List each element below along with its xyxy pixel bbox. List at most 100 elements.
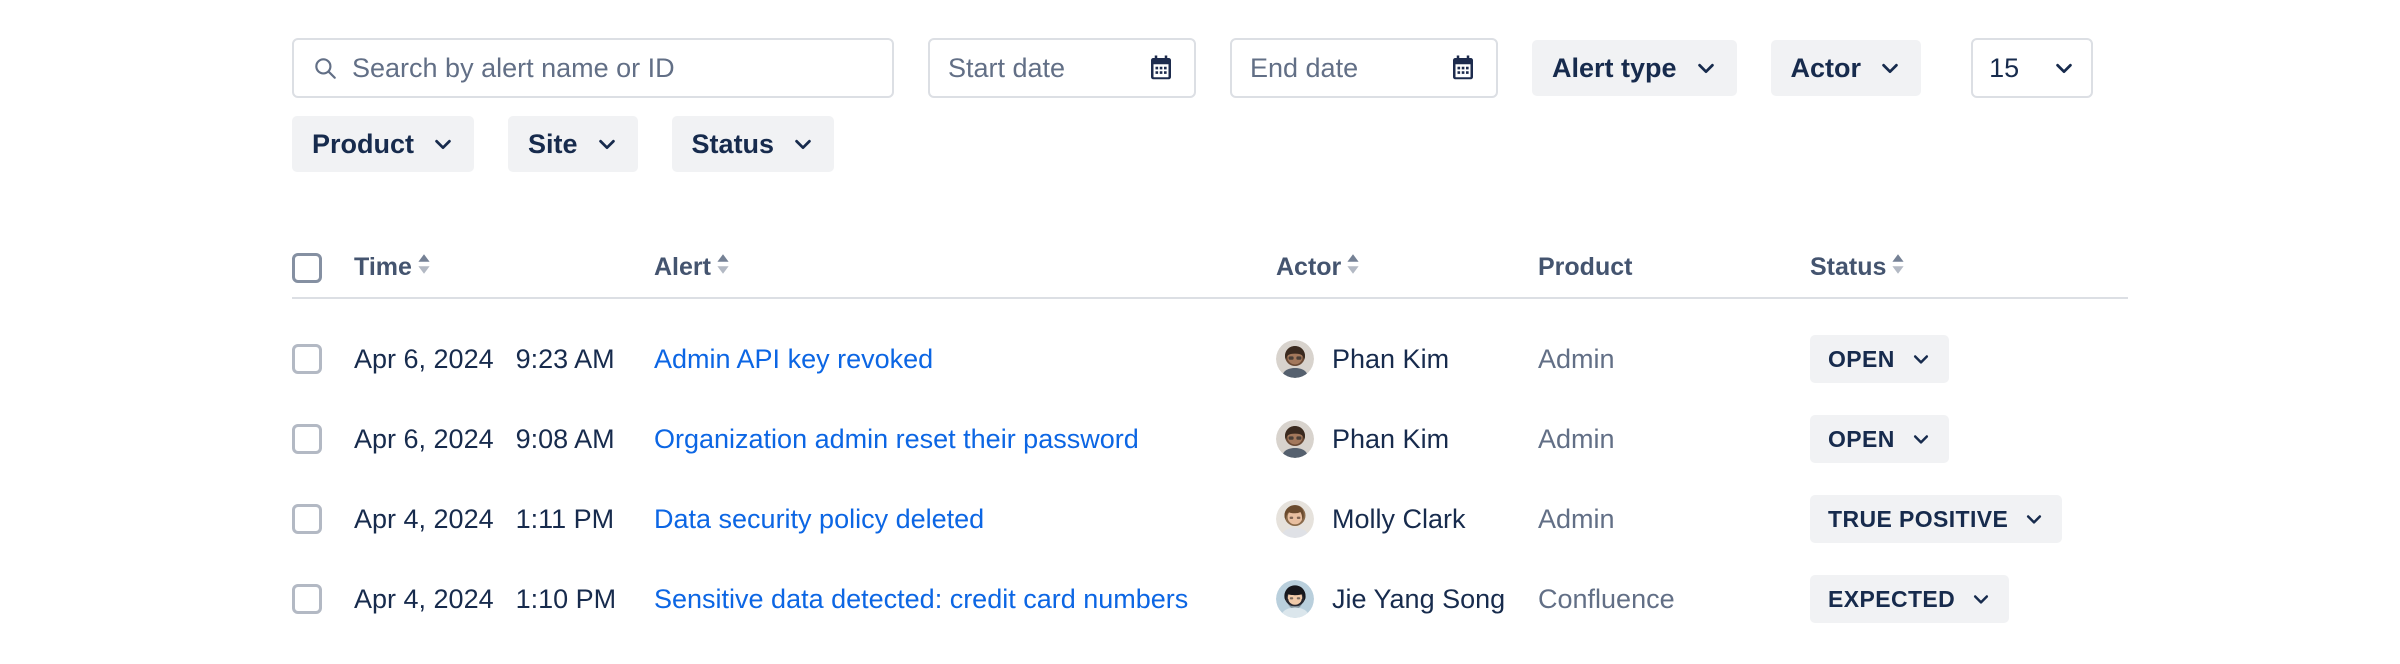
product-name: Admin xyxy=(1538,343,1615,374)
product-name: Admin xyxy=(1538,423,1615,454)
status-label: TRUE POSITIVE xyxy=(1828,505,2009,532)
cell-alert: Admin API key revoked xyxy=(654,344,1254,375)
cell-product: Confluence xyxy=(1538,584,1788,615)
cell-product: Admin xyxy=(1538,344,1788,375)
chevron-down-icon xyxy=(792,133,814,155)
cell-actor: Molly Clark xyxy=(1276,500,1516,538)
avatar xyxy=(1276,340,1314,378)
table-row: Apr 6, 2024 9:23 AM Admin API key revoke… xyxy=(292,319,2128,399)
sort-icon[interactable] xyxy=(1889,250,1907,285)
calendar-icon[interactable] xyxy=(1448,53,1478,83)
chevron-down-icon xyxy=(2053,57,2075,79)
sort-icon[interactable] xyxy=(714,250,732,285)
column-header-time[interactable]: Time xyxy=(354,250,632,285)
filter-status-button[interactable]: Status xyxy=(671,116,835,172)
cell-actor: Phan Kim xyxy=(1276,340,1516,378)
cell-time: Apr 6, 2024 9:23 AM xyxy=(354,344,632,375)
cell-actor: Jie Yang Song xyxy=(1276,580,1516,618)
filter-actor-button[interactable]: Actor xyxy=(1770,40,1922,96)
row-time: 9:23 AM xyxy=(515,343,615,374)
cell-time: Apr 4, 2024 1:11 PM xyxy=(354,504,632,535)
select-all-checkbox[interactable] xyxy=(292,252,322,283)
search-field[interactable] xyxy=(292,38,894,98)
search-input[interactable] xyxy=(352,52,874,84)
status-badge[interactable]: EXPECTED xyxy=(1810,575,2010,623)
row-checkbox[interactable] xyxy=(292,584,322,614)
row-checkbox[interactable] xyxy=(292,344,322,374)
chevron-down-icon xyxy=(1911,429,1931,449)
alerts-page: Start date End date xyxy=(0,0,2400,664)
chevron-down-icon xyxy=(1879,57,1901,79)
alert-link[interactable]: Admin API key revoked xyxy=(654,344,933,374)
actor-name: Jie Yang Song xyxy=(1332,583,1506,614)
row-select-cell xyxy=(292,584,330,614)
alert-link[interactable]: Data security policy deleted xyxy=(654,504,984,534)
search-icon xyxy=(312,55,338,81)
cell-status: TRUE POSITIVE xyxy=(1810,495,2110,543)
end-date-placeholder: End date xyxy=(1250,52,1359,83)
actor-name: Phan Kim xyxy=(1332,343,1450,374)
row-time: 1:10 PM xyxy=(515,583,617,614)
cell-alert: Sensitive data detected: credit card num… xyxy=(654,584,1254,615)
column-header-alert[interactable]: Alert xyxy=(654,250,1254,285)
filter-product-button[interactable]: Product xyxy=(292,116,475,172)
status-label: OPEN xyxy=(1828,345,1895,372)
status-badge[interactable]: TRUE POSITIVE xyxy=(1810,495,2063,543)
column-header-actor[interactable]: Actor xyxy=(1276,250,1516,285)
alerts-table: Time Alert Actor Product Status Apr 6, 2… xyxy=(292,238,2128,639)
status-badge[interactable]: OPEN xyxy=(1810,415,1949,463)
status-label: OPEN xyxy=(1828,425,1895,452)
column-header-product-label: Product xyxy=(1538,253,1633,281)
avatar xyxy=(1276,500,1314,538)
table-header-row: Time Alert Actor Product Status xyxy=(292,238,2128,299)
avatar xyxy=(1276,420,1314,458)
page-size-value: 15 xyxy=(1989,52,2020,83)
filter-status-label: Status xyxy=(691,128,775,159)
start-date-field[interactable]: Start date xyxy=(928,38,1196,98)
row-date: Apr 6, 2024 xyxy=(354,343,494,374)
chevron-down-icon xyxy=(432,133,454,155)
cell-status: OPEN xyxy=(1810,335,2110,383)
end-date-field[interactable]: End date xyxy=(1230,38,1498,98)
filter-alert-type-button[interactable]: Alert type xyxy=(1532,40,1737,96)
row-select-cell xyxy=(292,424,330,454)
cell-time: Apr 4, 2024 1:10 PM xyxy=(354,584,632,615)
row-checkbox[interactable] xyxy=(292,504,322,534)
row-select-cell xyxy=(292,504,330,534)
column-header-time-label: Time xyxy=(354,253,412,281)
sort-icon[interactable] xyxy=(415,250,433,285)
filter-site-button[interactable]: Site xyxy=(508,116,638,172)
column-header-alert-label: Alert xyxy=(654,253,711,281)
filter-bar: Start date End date xyxy=(292,38,2132,172)
product-name: Confluence xyxy=(1538,583,1675,614)
alert-link[interactable]: Sensitive data detected: credit card num… xyxy=(654,584,1188,614)
select-all-cell xyxy=(292,252,330,283)
filter-product-label: Product xyxy=(312,128,415,159)
product-name: Admin xyxy=(1538,503,1615,534)
row-checkbox[interactable] xyxy=(292,424,322,454)
table-row: Apr 4, 2024 1:10 PM Sensitive data detec… xyxy=(292,559,2128,639)
filter-site-label: Site xyxy=(528,128,578,159)
filter-alert-type-label: Alert type xyxy=(1552,52,1677,83)
row-time: 1:11 PM xyxy=(515,503,615,534)
column-header-status-label: Status xyxy=(1810,253,1887,281)
table-row: Apr 6, 2024 9:08 AM Organization admin r… xyxy=(292,399,2128,479)
status-badge[interactable]: OPEN xyxy=(1810,335,1949,383)
filter-row-primary: Start date End date xyxy=(292,38,2132,98)
chevron-down-icon xyxy=(1911,349,1931,369)
sort-icon[interactable] xyxy=(1344,250,1362,285)
cell-alert: Data security policy deleted xyxy=(654,504,1254,535)
actor-name: Phan Kim xyxy=(1332,423,1450,454)
page-size-select[interactable]: 15 xyxy=(1971,38,2094,98)
column-header-product: Product xyxy=(1538,253,1788,282)
chevron-down-icon xyxy=(1971,589,1991,609)
actor-name: Molly Clark xyxy=(1332,503,1466,534)
alert-link[interactable]: Organization admin reset their password xyxy=(654,424,1139,454)
avatar xyxy=(1276,580,1314,618)
cell-actor: Phan Kim xyxy=(1276,420,1516,458)
calendar-icon[interactable] xyxy=(1146,53,1176,83)
start-date-placeholder: Start date xyxy=(948,52,1066,83)
status-label: EXPECTED xyxy=(1828,585,1956,612)
column-header-status[interactable]: Status xyxy=(1810,250,2110,285)
cell-product: Admin xyxy=(1538,424,1788,455)
